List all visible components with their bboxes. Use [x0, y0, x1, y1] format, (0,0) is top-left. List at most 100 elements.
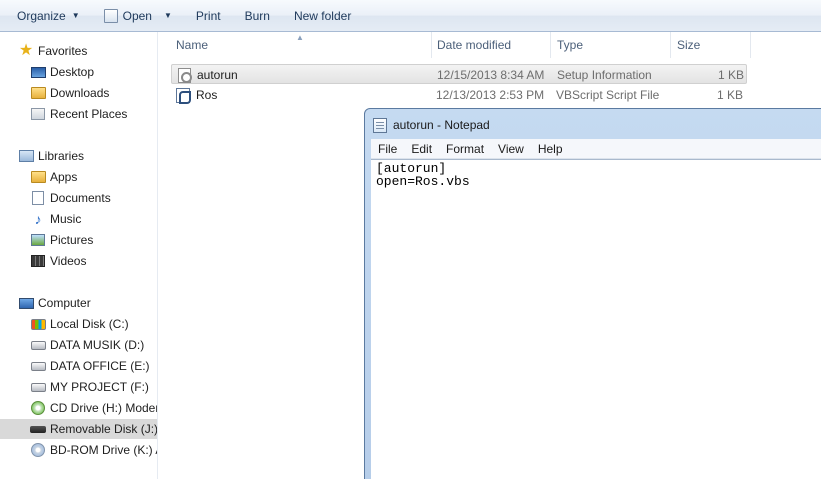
column-name-label: Name	[176, 38, 209, 52]
nav-item-music[interactable]: ♪ Music	[30, 209, 82, 229]
notepad-text-area[interactable]: [autorun] open=Ros.vbs	[371, 159, 821, 479]
open-label: Open	[122, 8, 152, 23]
nav-favorites[interactable]: ★ Favorites	[18, 41, 88, 61]
nav-item-label: Recent Places	[50, 107, 128, 121]
file-date: 12/15/2013 8:34 AM	[437, 68, 545, 82]
setup-information-icon	[177, 67, 192, 83]
file-size: 1 KB	[718, 68, 745, 82]
file-type: VBScript Script File	[556, 88, 660, 102]
nav-item-recent-places[interactable]: Recent Places	[30, 104, 127, 124]
nav-item-label: Apps	[50, 170, 78, 184]
nav-item-local-disk-c[interactable]: Local Disk (C:)	[30, 314, 129, 334]
navigation-pane: ★ Favorites Desktop Downloads Recent Pla…	[0, 32, 158, 479]
nav-libraries[interactable]: Libraries	[18, 146, 84, 166]
vbscript-file-icon	[176, 87, 191, 104]
libraries-icon	[18, 150, 34, 162]
column-header-type[interactable]: Type	[551, 32, 671, 58]
notepad-window[interactable]: autorun - Notepad File Edit Format View …	[364, 108, 821, 479]
chevron-down-icon: ▼	[71, 11, 80, 20]
hard-drive-icon	[30, 382, 46, 392]
menu-file[interactable]: File	[371, 142, 404, 156]
column-date-label: Date modified	[437, 38, 512, 52]
chevron-down-icon: ▼	[163, 11, 172, 20]
nav-item-videos[interactable]: Videos	[30, 251, 86, 271]
nav-item-label: DATA OFFICE (E:)	[50, 359, 150, 373]
file-type: Setup Information	[557, 68, 652, 82]
notepad-title-bar[interactable]: autorun - Notepad	[373, 115, 490, 135]
open-button[interactable]: Open ▼	[96, 4, 180, 28]
nav-item-label: Local Disk (C:)	[50, 317, 129, 331]
new-folder-button[interactable]: New folder	[286, 4, 359, 28]
nav-item-label: DATA MUSIK (D:)	[50, 338, 145, 352]
nav-computer-label: Computer	[38, 296, 91, 310]
nav-item-data-office-e[interactable]: DATA OFFICE (E:)	[30, 356, 150, 376]
star-icon: ★	[18, 42, 34, 59]
nav-item-downloads[interactable]: Downloads	[30, 83, 109, 103]
file-size: 1 KB	[717, 88, 744, 102]
nav-item-cd-drive-h[interactable]: CD Drive (H:) Modem	[30, 398, 158, 418]
file-name: Ros	[196, 88, 218, 102]
nav-item-label: Music	[50, 212, 82, 226]
nav-item-removable-disk-j[interactable]: Removable Disk (J:)	[0, 419, 158, 439]
file-name-cell: Ros	[175, 85, 217, 105]
nav-item-label: Removable Disk (J:)	[50, 422, 158, 436]
nav-favorites-label: Favorites	[38, 44, 88, 58]
computer-icon	[18, 297, 34, 309]
column-header-size[interactable]: Size	[671, 32, 751, 58]
nav-item-data-musik-d[interactable]: DATA MUSIK (D:)	[30, 335, 144, 355]
windows-drive-icon	[30, 318, 46, 330]
documents-icon	[32, 191, 44, 205]
nav-item-label: Documents	[50, 191, 111, 205]
menu-format[interactable]: Format	[439, 142, 491, 156]
print-button[interactable]: Print	[188, 4, 229, 28]
file-date: 12/13/2013 2:53 PM	[436, 88, 545, 102]
film-strip-icon	[31, 255, 45, 267]
file-name: autorun	[197, 68, 238, 82]
nav-computer[interactable]: Computer	[18, 293, 91, 313]
pictures-icon	[31, 234, 45, 246]
nav-item-apps[interactable]: Apps	[30, 167, 77, 187]
nav-item-label: BD-ROM Drive (K:) A	[50, 443, 158, 457]
menu-view[interactable]: View	[491, 142, 531, 156]
nav-item-pictures[interactable]: Pictures	[30, 230, 93, 250]
downloads-folder-icon	[30, 87, 46, 99]
nav-item-label: Pictures	[50, 233, 94, 247]
open-icon	[103, 8, 118, 23]
nav-item-label: Videos	[50, 254, 87, 268]
notepad-menu-bar: File Edit Format View Help	[371, 139, 821, 159]
bd-rom-icon	[31, 443, 45, 457]
file-row-ros[interactable]: Ros 12/13/2013 2:53 PM VBScript Script F…	[171, 85, 747, 105]
nav-item-label: CD Drive (H:) Modem	[50, 401, 158, 415]
hard-drive-icon	[30, 361, 46, 371]
burn-button[interactable]: Burn	[237, 4, 278, 28]
organize-button[interactable]: Organize ▼	[9, 4, 88, 28]
column-type-label: Type	[557, 38, 584, 52]
nav-libraries-label: Libraries	[38, 149, 85, 163]
file-name-cell: autorun	[176, 65, 238, 85]
notepad-content[interactable]: [autorun] open=Ros.vbs	[376, 162, 470, 188]
folder-icon	[30, 171, 46, 183]
nav-item-documents[interactable]: Documents	[30, 188, 111, 208]
desktop-icon	[30, 66, 46, 78]
hard-drive-icon	[30, 340, 46, 350]
menu-help[interactable]: Help	[531, 142, 570, 156]
music-note-icon: ♪	[34, 211, 42, 227]
recent-places-icon	[31, 108, 45, 120]
file-row-autorun[interactable]: autorun 12/15/2013 8:34 AM Setup Informa…	[171, 64, 747, 84]
notepad-icon	[373, 117, 387, 133]
nav-item-desktop[interactable]: Desktop	[30, 62, 94, 82]
column-size-label: Size	[677, 38, 701, 52]
removable-disk-icon	[30, 425, 46, 433]
column-header-date[interactable]: Date modified	[431, 32, 551, 58]
organize-label: Organize	[17, 8, 66, 23]
nav-item-label: MY PROJECT (F:)	[50, 380, 149, 394]
nav-item-my-project-f[interactable]: MY PROJECT (F:)	[30, 377, 149, 397]
nav-item-bd-rom-k[interactable]: BD-ROM Drive (K:) A	[30, 440, 158, 460]
command-toolbar: Organize ▼ Open ▼ Print Burn New folder	[0, 0, 821, 32]
cd-drive-icon	[31, 401, 45, 415]
nav-item-label: Desktop	[50, 65, 95, 79]
menu-edit[interactable]: Edit	[404, 142, 439, 156]
notepad-title: autorun - Notepad	[393, 118, 490, 132]
nav-item-label: Downloads	[50, 86, 110, 100]
sort-ascending-icon: ▲	[296, 33, 304, 42]
